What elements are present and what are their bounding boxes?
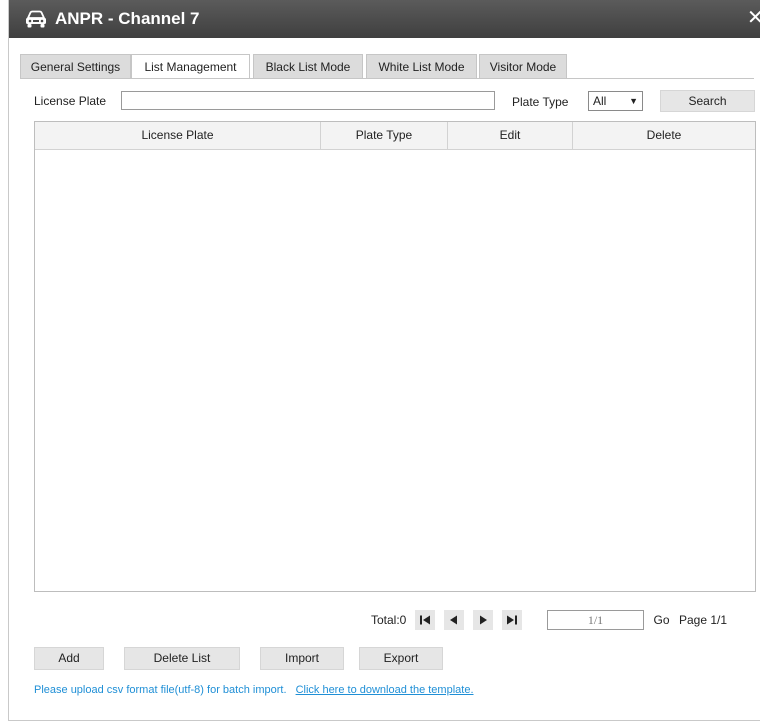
column-edit[interactable]: Edit xyxy=(448,122,573,149)
add-button[interactable]: Add xyxy=(34,647,104,670)
tab-divider xyxy=(20,78,754,79)
plate-type-label: Plate Type xyxy=(512,95,569,109)
tab-visitor-mode[interactable]: Visitor Mode xyxy=(479,54,567,78)
column-delete[interactable]: Delete xyxy=(573,122,755,149)
plate-type-value: All xyxy=(593,94,607,108)
close-icon[interactable]: ✕ xyxy=(747,8,760,30)
license-plate-input[interactable] xyxy=(121,91,495,110)
search-button[interactable]: Search xyxy=(660,90,755,112)
table-header: License Plate Plate Type Edit Delete xyxy=(35,122,755,150)
import-hint: Please upload csv format file(utf-8) for… xyxy=(34,683,474,697)
next-page-icon[interactable] xyxy=(473,610,493,630)
import-hint-text: Please upload csv format file(utf-8) for… xyxy=(34,684,287,696)
title-bar: ANPR - Channel 7 ✕ xyxy=(9,0,760,38)
page-number-input[interactable] xyxy=(547,610,644,630)
tab-list-management[interactable]: List Management xyxy=(131,54,250,79)
window-title: ANPR - Channel 7 xyxy=(55,9,200,28)
export-button[interactable]: Export xyxy=(359,647,443,670)
previous-page-icon[interactable] xyxy=(444,610,464,630)
total-count: Total:0 xyxy=(371,613,407,627)
column-plate-type[interactable]: Plate Type xyxy=(321,122,448,149)
go-button[interactable]: Go xyxy=(649,610,674,630)
plate-type-select[interactable]: All ▼ xyxy=(588,91,643,111)
anpr-dialog: ANPR - Channel 7 ✕ General Settings List… xyxy=(8,0,760,721)
tab-white-list-mode[interactable]: White List Mode xyxy=(366,54,477,78)
last-page-icon[interactable] xyxy=(502,610,522,630)
chevron-down-icon: ▼ xyxy=(629,96,638,106)
tab-black-list-mode[interactable]: Black List Mode xyxy=(253,54,363,78)
page-indicator: Page 1/1 xyxy=(679,613,728,627)
column-license-plate[interactable]: License Plate xyxy=(35,122,321,149)
import-button[interactable]: Import xyxy=(260,647,344,670)
car-icon xyxy=(26,10,46,28)
delete-list-button[interactable]: Delete List xyxy=(124,647,240,670)
plate-list-table: License Plate Plate Type Edit Delete xyxy=(34,121,756,592)
download-template-link[interactable]: Click here to download the template. xyxy=(296,684,474,696)
first-page-icon[interactable] xyxy=(415,610,435,630)
license-plate-label: License Plate xyxy=(34,94,107,108)
tab-general-settings[interactable]: General Settings xyxy=(20,54,131,78)
